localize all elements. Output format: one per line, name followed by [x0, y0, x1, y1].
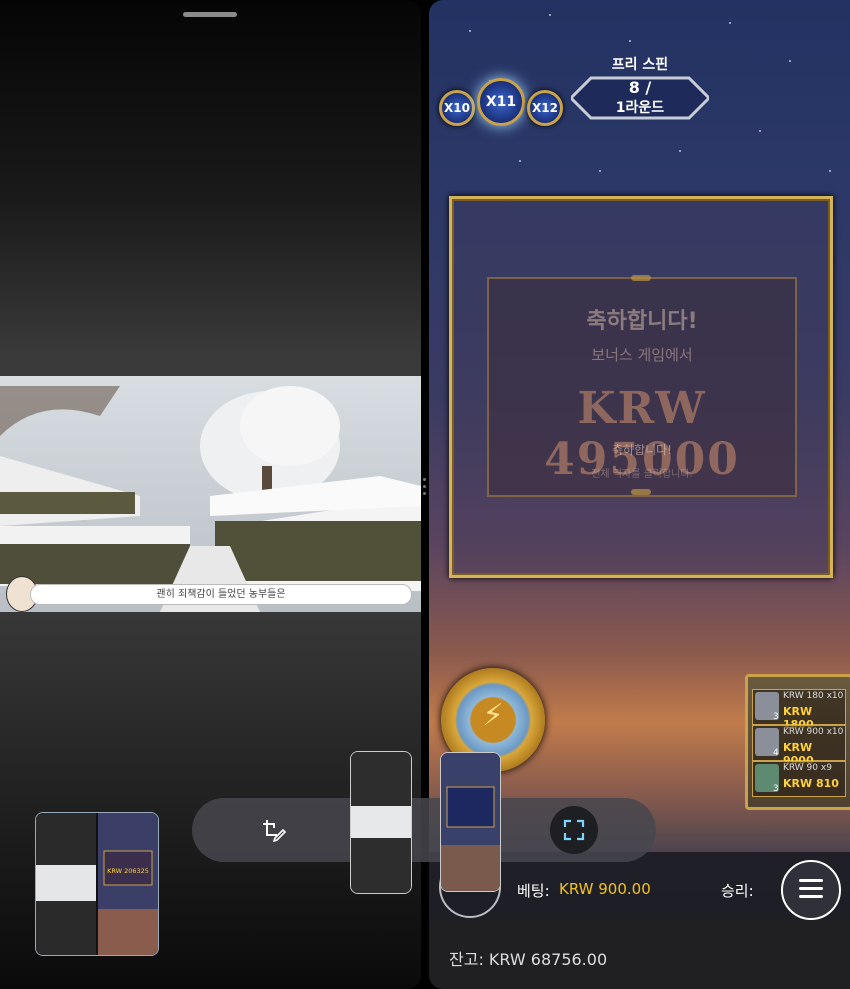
lightning-icon: ⚡: [482, 698, 504, 733]
drag-handle[interactable]: [183, 12, 237, 17]
recent-app-thumbnail[interactable]: [440, 752, 501, 892]
multiplier-x11-active: X11: [477, 78, 525, 126]
paytable-line1: KRW 90 x9: [783, 763, 832, 773]
balance: 잔고: KRW 68756.00: [449, 950, 608, 969]
free-spin-round: 1라운드: [615, 100, 665, 116]
win-popup[interactable]: 축하합니다! 보너스 게임에서 KRW 495000 축하합니다! 전체 격자를…: [487, 275, 797, 497]
recent-app-thumbnail[interactable]: [350, 751, 412, 894]
crop-edit-button[interactable]: [256, 812, 292, 848]
win-label: 승리:: [721, 882, 754, 900]
multiplier-x10: X10: [439, 90, 475, 126]
crop-edit-icon: [263, 820, 286, 842]
expand-button[interactable]: [550, 806, 598, 854]
menu-icon: [799, 879, 823, 882]
recent-app-thumbnail[interactable]: KRW 206325: [35, 812, 159, 956]
paytable-line1: KRW 900 x10: [783, 727, 844, 737]
pane-divider-handle[interactable]: [423, 478, 427, 499]
video-caption: 괜히 죄책감이 들었던 농부들은: [30, 584, 412, 605]
ornament-bottom: [631, 489, 651, 495]
multiplier-x12: X12: [527, 90, 563, 126]
menu-button[interactable]: [781, 860, 841, 920]
paytable-count: 3: [773, 712, 779, 722]
free-spin-counter: 8 / 1라운드: [571, 76, 709, 120]
win-congrats: 축하합니다!: [611, 443, 672, 457]
ornament-top: [631, 275, 651, 281]
paytable-row: 3 KRW 180 x10 KRW 1800: [752, 689, 846, 731]
expand-icon: [563, 819, 585, 841]
paytable-row: 4 KRW 900 x10 KRW 9000: [752, 725, 846, 767]
bet-value[interactable]: KRW 900.00: [559, 880, 651, 898]
bet-label: 베팅:: [517, 882, 550, 900]
multiplier-group: X10 X11 X12: [437, 78, 563, 134]
video-player[interactable]: [0, 376, 421, 612]
win-hint: 전체 격자를 클릭합니다.: [591, 469, 693, 480]
free-spin-count: 8 /: [628, 78, 652, 97]
paytable-row: 3 KRW 90 x9 KRW 810: [752, 761, 846, 797]
paytable-count: 3: [773, 784, 779, 794]
thumb-amount: KRW 206325: [107, 867, 149, 875]
win-title: 축하합니다!: [586, 309, 698, 334]
balance-bar: 잔고: KRW 68756.00: [429, 920, 850, 989]
split-screen-toolbar: [192, 798, 656, 862]
win-subtitle: 보너스 게임에서: [591, 346, 693, 364]
paytable-line1: KRW 180 x10: [783, 691, 844, 701]
paytable-line2: KRW 810: [783, 777, 839, 790]
paytable: 3 KRW 180 x10 KRW 1800 4 KRW 900 x10 KRW…: [745, 674, 850, 810]
paytable-count: 4: [773, 748, 779, 758]
free-spin-title: 프리 스핀: [611, 57, 669, 73]
